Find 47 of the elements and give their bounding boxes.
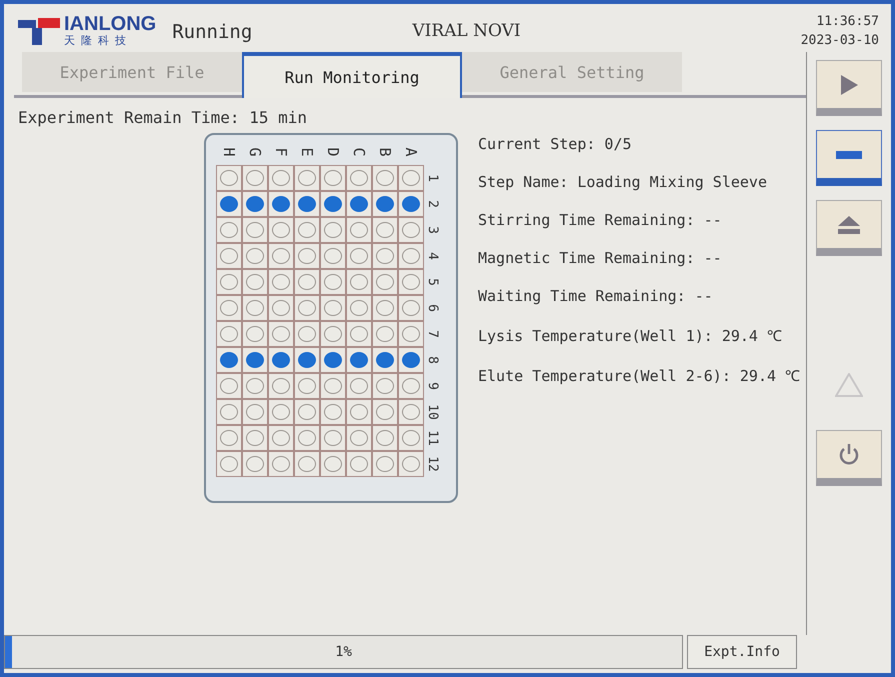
column-label: B	[375, 146, 395, 159]
row-label: 4	[424, 251, 442, 262]
minus-icon	[836, 150, 862, 158]
progress-reading: 1%	[335, 644, 352, 660]
row-label: 1	[424, 173, 442, 184]
clock-date: 2023-03-10	[800, 33, 879, 48]
tab[interactable]: Run Monitoring	[242, 52, 462, 98]
logo-subtext: 天隆科技	[64, 34, 133, 48]
power-button[interactable]	[816, 430, 882, 486]
row-label: 7	[424, 329, 442, 340]
eject-button[interactable]	[816, 200, 882, 256]
status-line: Magnetic Time Remaining: --	[478, 249, 723, 267]
status-line: Step Name: Loading Mixing Sleeve	[478, 173, 768, 191]
power-icon	[838, 444, 860, 466]
play-button[interactable]	[816, 60, 882, 116]
column-label: G	[245, 146, 265, 159]
run-status: Running	[172, 21, 252, 43]
status-line: Lysis Temperature(Well 1): 29.4 ℃	[478, 326, 783, 345]
row-label: 8	[424, 355, 442, 366]
row-label: 11	[424, 429, 442, 447]
row-label: 3	[424, 225, 442, 236]
column-label: D	[323, 146, 343, 159]
column-label: A	[401, 146, 421, 159]
warning-icon	[835, 372, 863, 396]
expt-info-button[interactable]: Expt.Info	[687, 635, 797, 669]
status-line: Stirring Time Remaining: --	[478, 211, 723, 229]
row-label: 2	[424, 199, 442, 210]
protocol-title: VIRAL NOVI	[411, 21, 522, 41]
pause-button[interactable]	[816, 130, 882, 186]
logo-text: IANLONG	[64, 14, 156, 34]
status-line: Waiting Time Remaining: --	[478, 287, 714, 305]
row-label: 10	[424, 403, 442, 421]
column-label: H	[219, 146, 239, 159]
logo-icon	[18, 17, 62, 45]
clock-time: 11:36:57	[816, 14, 879, 29]
column-label: F	[271, 146, 291, 159]
eject-icon	[838, 216, 860, 234]
status-line: Current Step: 0/5	[478, 135, 633, 153]
row-label: 5	[424, 277, 442, 288]
row-label: 9	[424, 381, 442, 392]
remain-time: Experiment Remain Time: 15 min	[18, 108, 308, 127]
row-label: 6	[424, 303, 442, 314]
play-icon	[839, 74, 859, 96]
status-line: Elute Temperature(Well 2-6): 29.4 ℃	[478, 366, 800, 385]
column-label: C	[349, 146, 369, 159]
row-label: 12	[424, 455, 442, 473]
column-label: E	[297, 146, 317, 159]
